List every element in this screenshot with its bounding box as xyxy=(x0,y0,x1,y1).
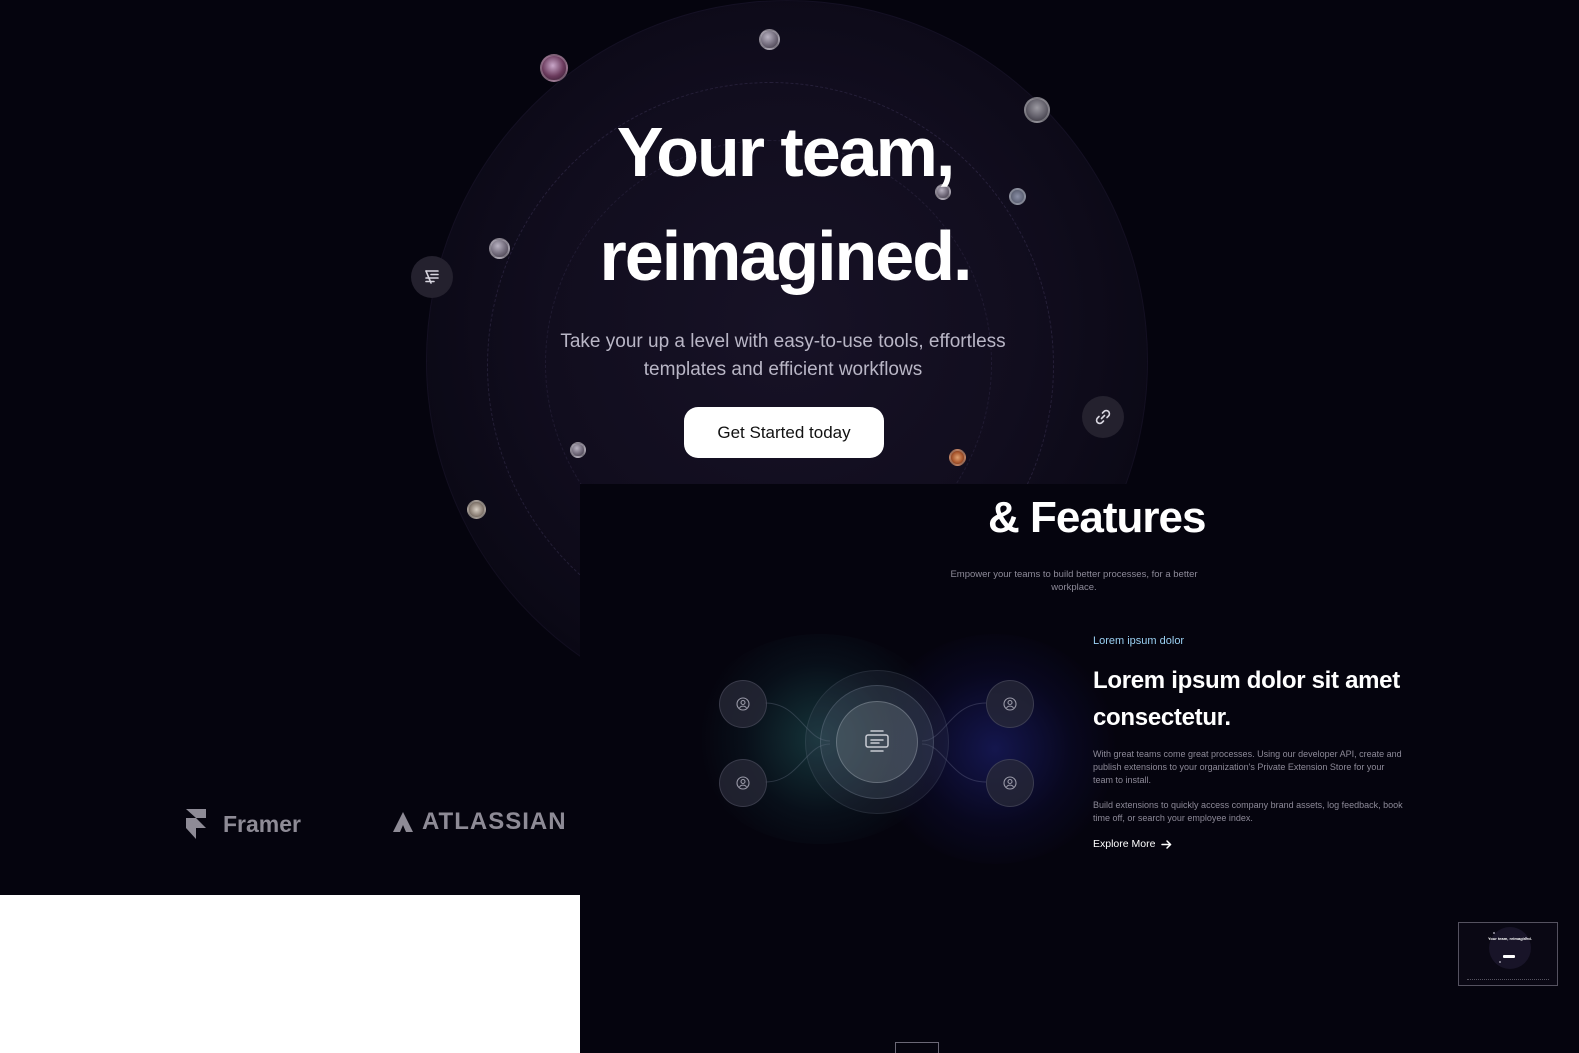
thumbnail-avatar xyxy=(1493,932,1495,934)
hero-title-line-2: reimagined. xyxy=(599,217,973,295)
user-icon xyxy=(736,697,750,711)
avatar xyxy=(467,500,486,519)
features-section: & Features Empower your teams to build b… xyxy=(580,484,1579,1053)
hero-title-line-1: Your team, xyxy=(616,113,956,191)
user-icon xyxy=(1003,697,1017,711)
avatar xyxy=(949,449,966,466)
user-icon xyxy=(1003,776,1017,790)
thumbnail-avatar xyxy=(1525,937,1527,939)
user-node xyxy=(719,680,767,728)
link-icon-bubble xyxy=(1082,396,1124,438)
feature-body-paragraph: Build extensions to quickly access compa… xyxy=(1093,800,1403,823)
bottom-tab[interactable] xyxy=(895,1042,939,1053)
explore-more-link[interactable]: Explore More xyxy=(1093,838,1172,850)
thumbnail-orbit xyxy=(1489,927,1531,969)
explore-more-label: Explore More xyxy=(1093,838,1156,850)
feature-body-paragraph: With great teams come great processes. U… xyxy=(1093,749,1402,785)
thumbnail-avatar xyxy=(1499,961,1501,963)
hub-icon xyxy=(865,730,889,752)
avatar xyxy=(540,54,568,82)
atlassian-icon xyxy=(393,812,413,832)
stripes-icon xyxy=(425,270,439,284)
user-node xyxy=(719,759,767,807)
thumbnail-title: Your team, reimagined. xyxy=(1488,936,1532,941)
hub-core xyxy=(836,701,918,783)
framer-icon xyxy=(186,809,206,839)
user-icon xyxy=(736,776,750,790)
link-icon xyxy=(1095,409,1111,425)
user-node xyxy=(986,680,1034,728)
user-node xyxy=(986,759,1034,807)
thumbnail-button xyxy=(1503,955,1515,958)
thumbnail-logos xyxy=(1467,979,1549,981)
blank-panel xyxy=(0,895,580,1053)
atlassian-logo: ATLASSIAN xyxy=(392,808,567,836)
arrow-right-icon xyxy=(1161,839,1172,849)
page-preview-thumbnail[interactable]: Your team, reimagined. xyxy=(1458,922,1558,986)
framer-logo: Framer xyxy=(185,808,301,840)
avatar xyxy=(759,29,780,50)
feature-eyebrow: Lorem ipsum dolor xyxy=(1093,635,1185,647)
framer-logo-text: Framer xyxy=(223,810,301,837)
hero-subtitle: Take your up a level with easy-to-use to… xyxy=(560,331,1006,380)
get-started-button[interactable]: Get Started today xyxy=(684,407,884,458)
feature-heading: Lorem ipsum dolor sit amet consectetur. xyxy=(1093,667,1400,731)
stripes-icon-bubble xyxy=(411,256,453,298)
atlassian-logo-text: ATLASSIAN xyxy=(422,808,567,835)
avatar xyxy=(570,442,586,458)
hero-title: Your team, reimagined. xyxy=(480,100,1090,308)
